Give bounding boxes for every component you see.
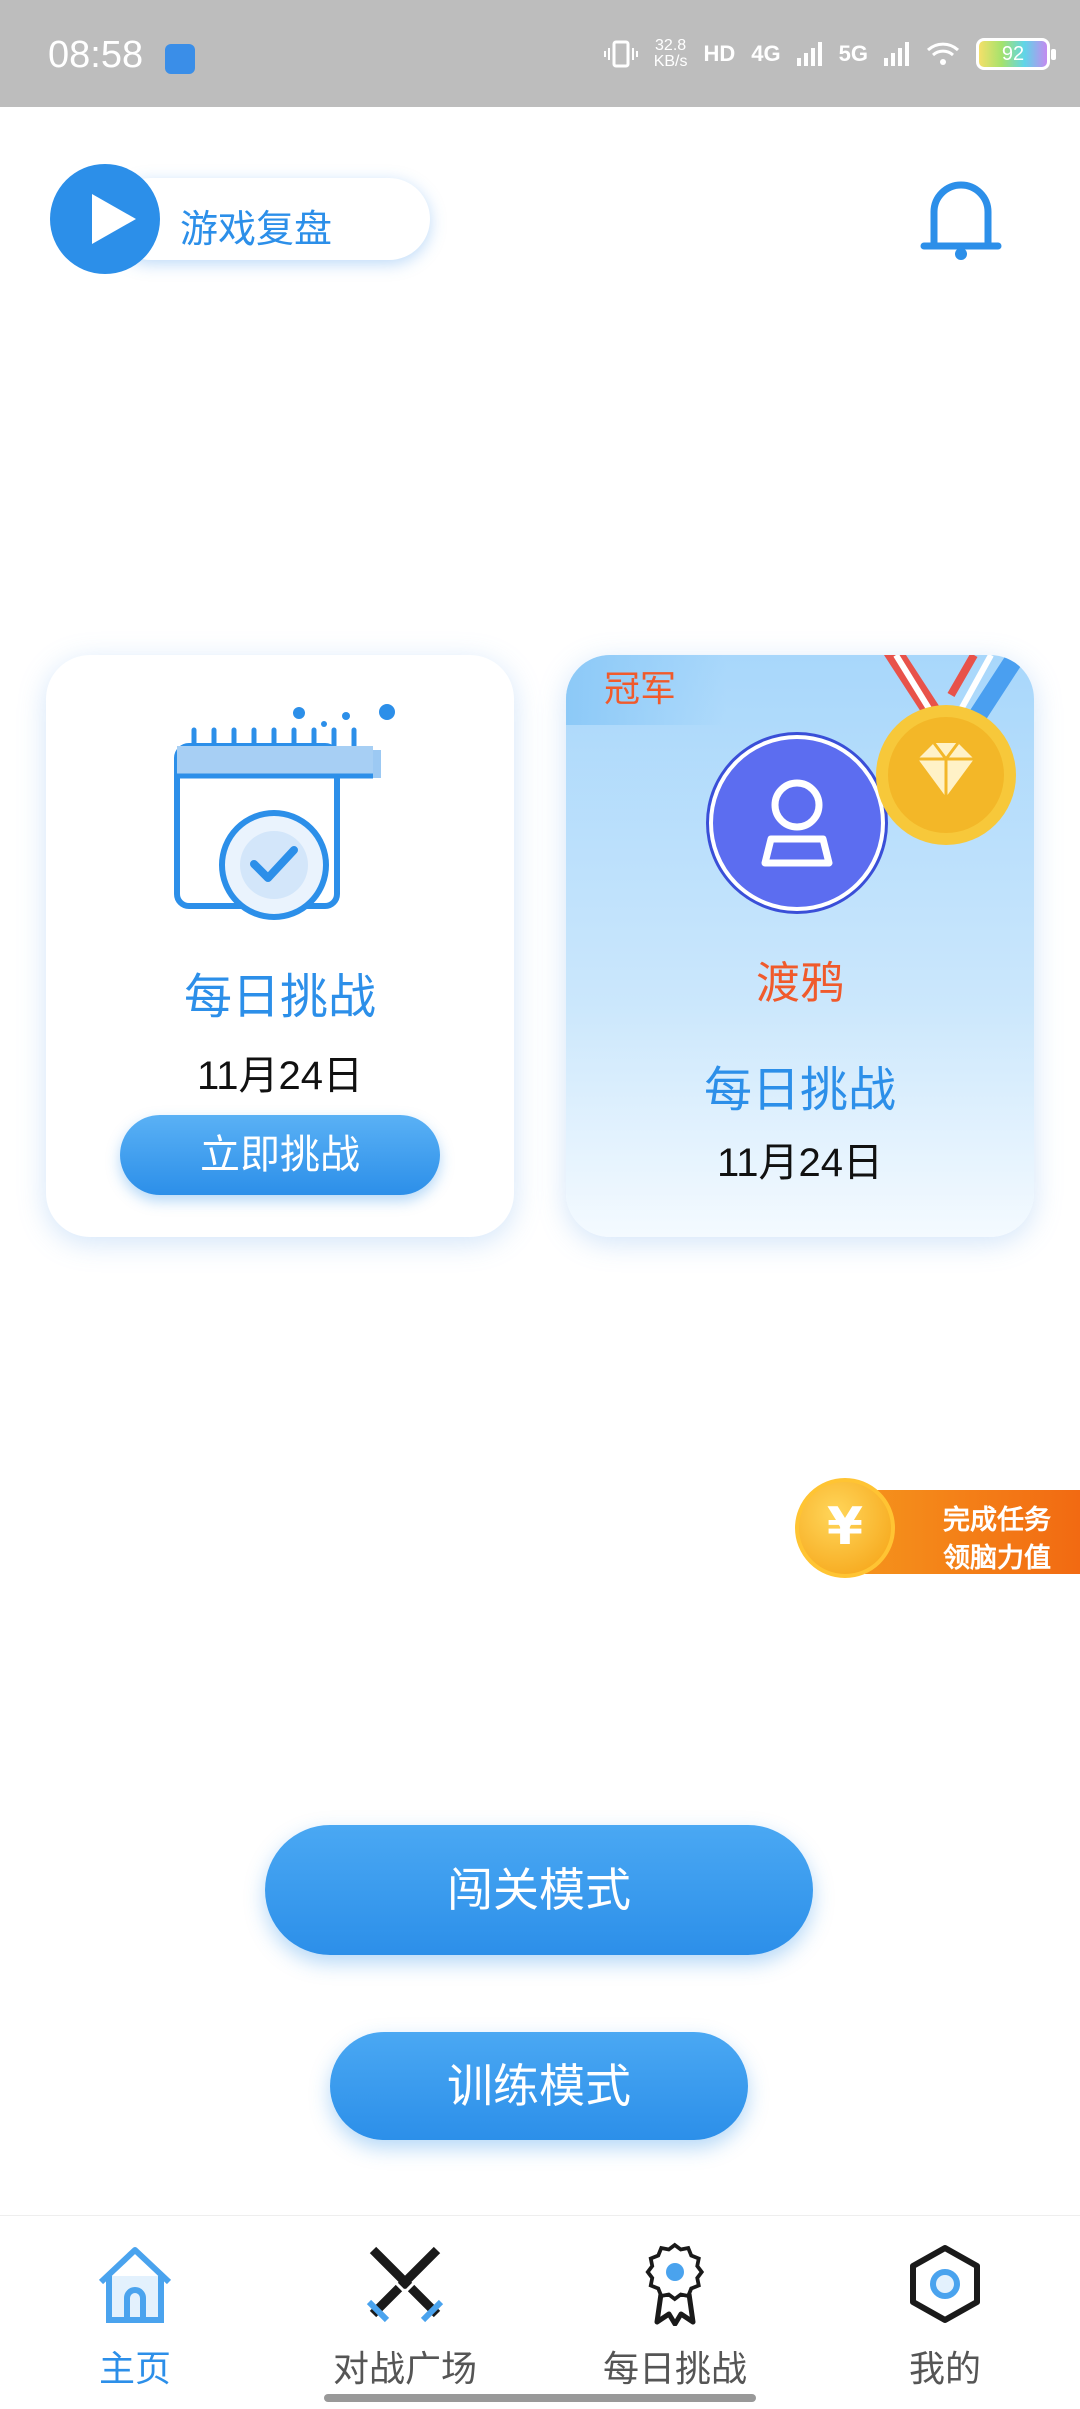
- play-icon: [50, 164, 160, 274]
- daily-challenge-card[interactable]: 每日挑战 11月24日 立即挑战: [46, 655, 514, 1237]
- battery-indicator: 92: [976, 38, 1056, 70]
- signal-icon-1: [796, 42, 822, 66]
- status-time: 08:58: [48, 34, 144, 76]
- nav-battle[interactable]: 对战广场: [270, 2216, 540, 2409]
- nav-daily[interactable]: 每日挑战: [540, 2216, 810, 2409]
- level-mode-button[interactable]: 闯关模式: [265, 1825, 813, 1955]
- net-speed-unit: KB/s: [653, 53, 688, 70]
- notification-app-icon: [165, 44, 195, 74]
- champion-player-name: 渡鸦: [756, 958, 844, 1009]
- task-line-1: 完成任务: [943, 1505, 1051, 1536]
- hexagon-icon: [910, 2245, 980, 2323]
- champion-card-title: 每日挑战: [703, 1062, 896, 1118]
- hd-label: HD: [703, 41, 736, 66]
- calendar-check-icon: [174, 704, 395, 920]
- status-bar: 08:58 32.8 KB/s HD 4G 5G 92: [0, 0, 1080, 107]
- nav-label-mine: 我的: [908, 2349, 981, 2390]
- home-indicator[interactable]: [324, 2394, 756, 2402]
- bell-icon[interactable]: [920, 172, 1002, 262]
- task-line-2: 领脑力值: [943, 1543, 1051, 1574]
- daily-card-title: 每日挑战: [183, 969, 376, 1025]
- home-icon: [98, 2247, 172, 2323]
- nav-mine[interactable]: 我的: [810, 2216, 1080, 2409]
- task-reward-banner[interactable]: ¥ 完成任务 领脑力值: [795, 1478, 1080, 1582]
- net-speed: 32.8 KB/s: [654, 38, 688, 70]
- status-icons: 32.8 KB/s HD 4G 5G 92: [603, 32, 1056, 76]
- net-speed-value: 32.8: [655, 37, 687, 54]
- battery-level: 92: [1001, 43, 1025, 65]
- challenge-now-button[interactable]: 立即挑战: [120, 1115, 440, 1195]
- daily-card-date: 11月24日: [196, 1054, 363, 1098]
- vibrate-icon: [603, 40, 638, 68]
- signal-icon-2: [884, 42, 909, 66]
- coin-icon: ¥: [795, 1478, 895, 1578]
- champion-card-date: 11月24日: [716, 1141, 883, 1185]
- game-replay-button[interactable]: 游戏复盘: [50, 164, 430, 274]
- bottom-nav: 主页 对战广场 每日挑战 我的: [0, 2215, 1080, 2409]
- champion-card[interactable]: 冠军 渡鸦 每日挑战 11月24日: [566, 655, 1034, 1237]
- champion-tag: 冠军: [566, 655, 726, 725]
- nav-home[interactable]: 主页: [0, 2216, 270, 2409]
- wifi-icon: [926, 42, 960, 65]
- badge-icon: [645, 2242, 705, 2326]
- net1-label: 4G: [751, 41, 781, 66]
- replay-label: 游戏复盘: [180, 207, 333, 251]
- nav-label-daily: 每日挑战: [602, 2349, 747, 2390]
- net2-label: 5G: [838, 41, 868, 66]
- gold-medal-icon: [876, 655, 1028, 845]
- nav-label-battle: 对战广场: [332, 2349, 477, 2390]
- swords-icon: [366, 2246, 444, 2323]
- nav-label-home: 主页: [98, 2349, 171, 2390]
- training-mode-button[interactable]: 训练模式: [330, 2032, 748, 2140]
